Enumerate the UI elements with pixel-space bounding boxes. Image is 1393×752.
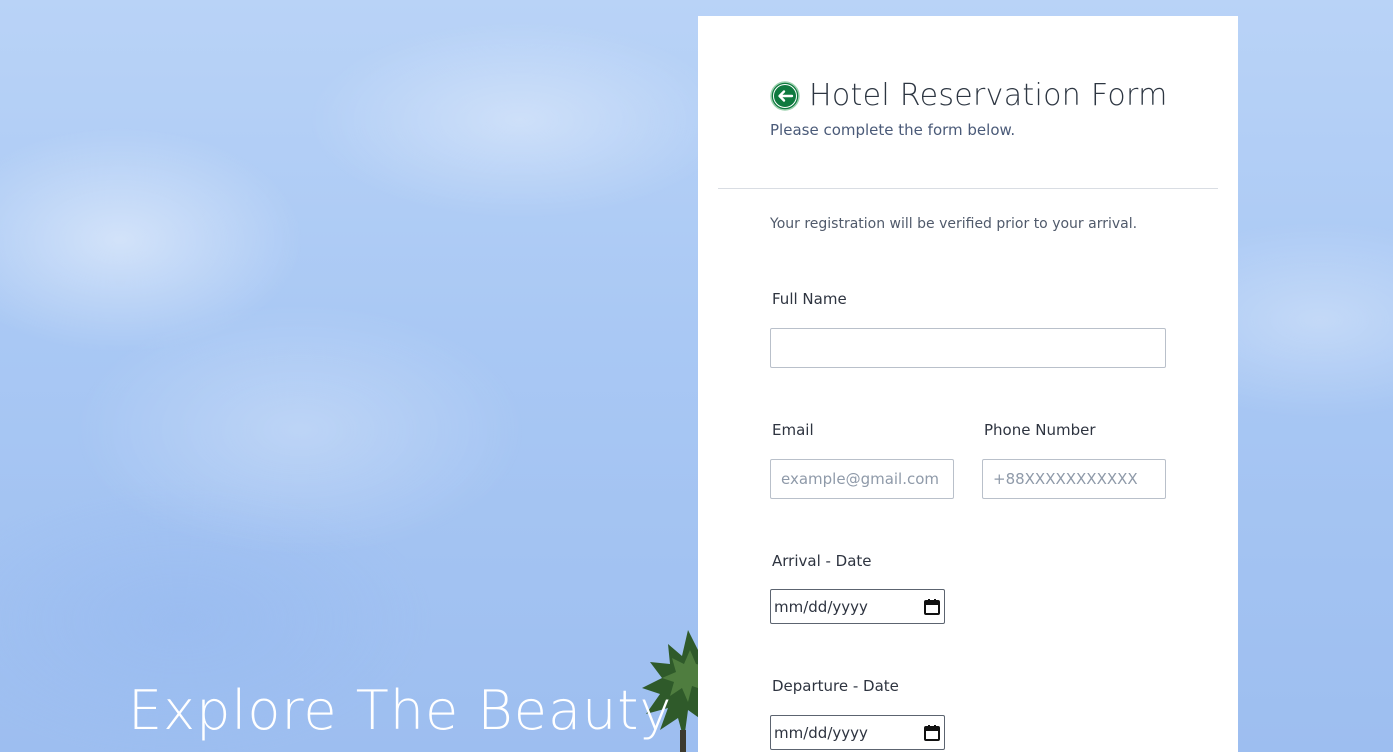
header-divider xyxy=(718,188,1218,189)
form-title: Hotel Reservation Form xyxy=(809,78,1168,113)
arrival-date-input[interactable]: mm/dd/yyyy xyxy=(770,589,945,624)
departure-date-input[interactable]: mm/dd/yyyy xyxy=(770,715,945,750)
form-subtitle: Please complete the form below. xyxy=(770,121,1016,139)
calendar-icon[interactable] xyxy=(923,724,941,742)
arrow-left-circle-icon[interactable] xyxy=(770,80,800,111)
verification-note: Your registration will be verified prior… xyxy=(770,216,1138,232)
full-name-input[interactable] xyxy=(770,328,1166,368)
calendar-icon[interactable] xyxy=(923,598,941,616)
title-row: Hotel Reservation Form xyxy=(770,78,1168,113)
departure-date-text: mm/dd/yyyy xyxy=(774,723,868,742)
phone-input[interactable] xyxy=(982,459,1166,499)
departure-date-label: Departure - Date xyxy=(772,677,899,695)
full-name-label: Full Name xyxy=(772,290,847,308)
email-input[interactable] xyxy=(770,459,954,499)
arrival-date-label: Arrival - Date xyxy=(772,552,872,570)
arrival-date-text: mm/dd/yyyy xyxy=(774,597,868,616)
form-header: Hotel Reservation Form Please complete t… xyxy=(770,78,1168,139)
email-label: Email xyxy=(772,421,814,439)
reservation-form-card: Hotel Reservation Form Please complete t… xyxy=(698,16,1238,752)
phone-label: Phone Number xyxy=(984,421,1096,439)
hero-title: Explore The Beauty xyxy=(128,679,673,742)
